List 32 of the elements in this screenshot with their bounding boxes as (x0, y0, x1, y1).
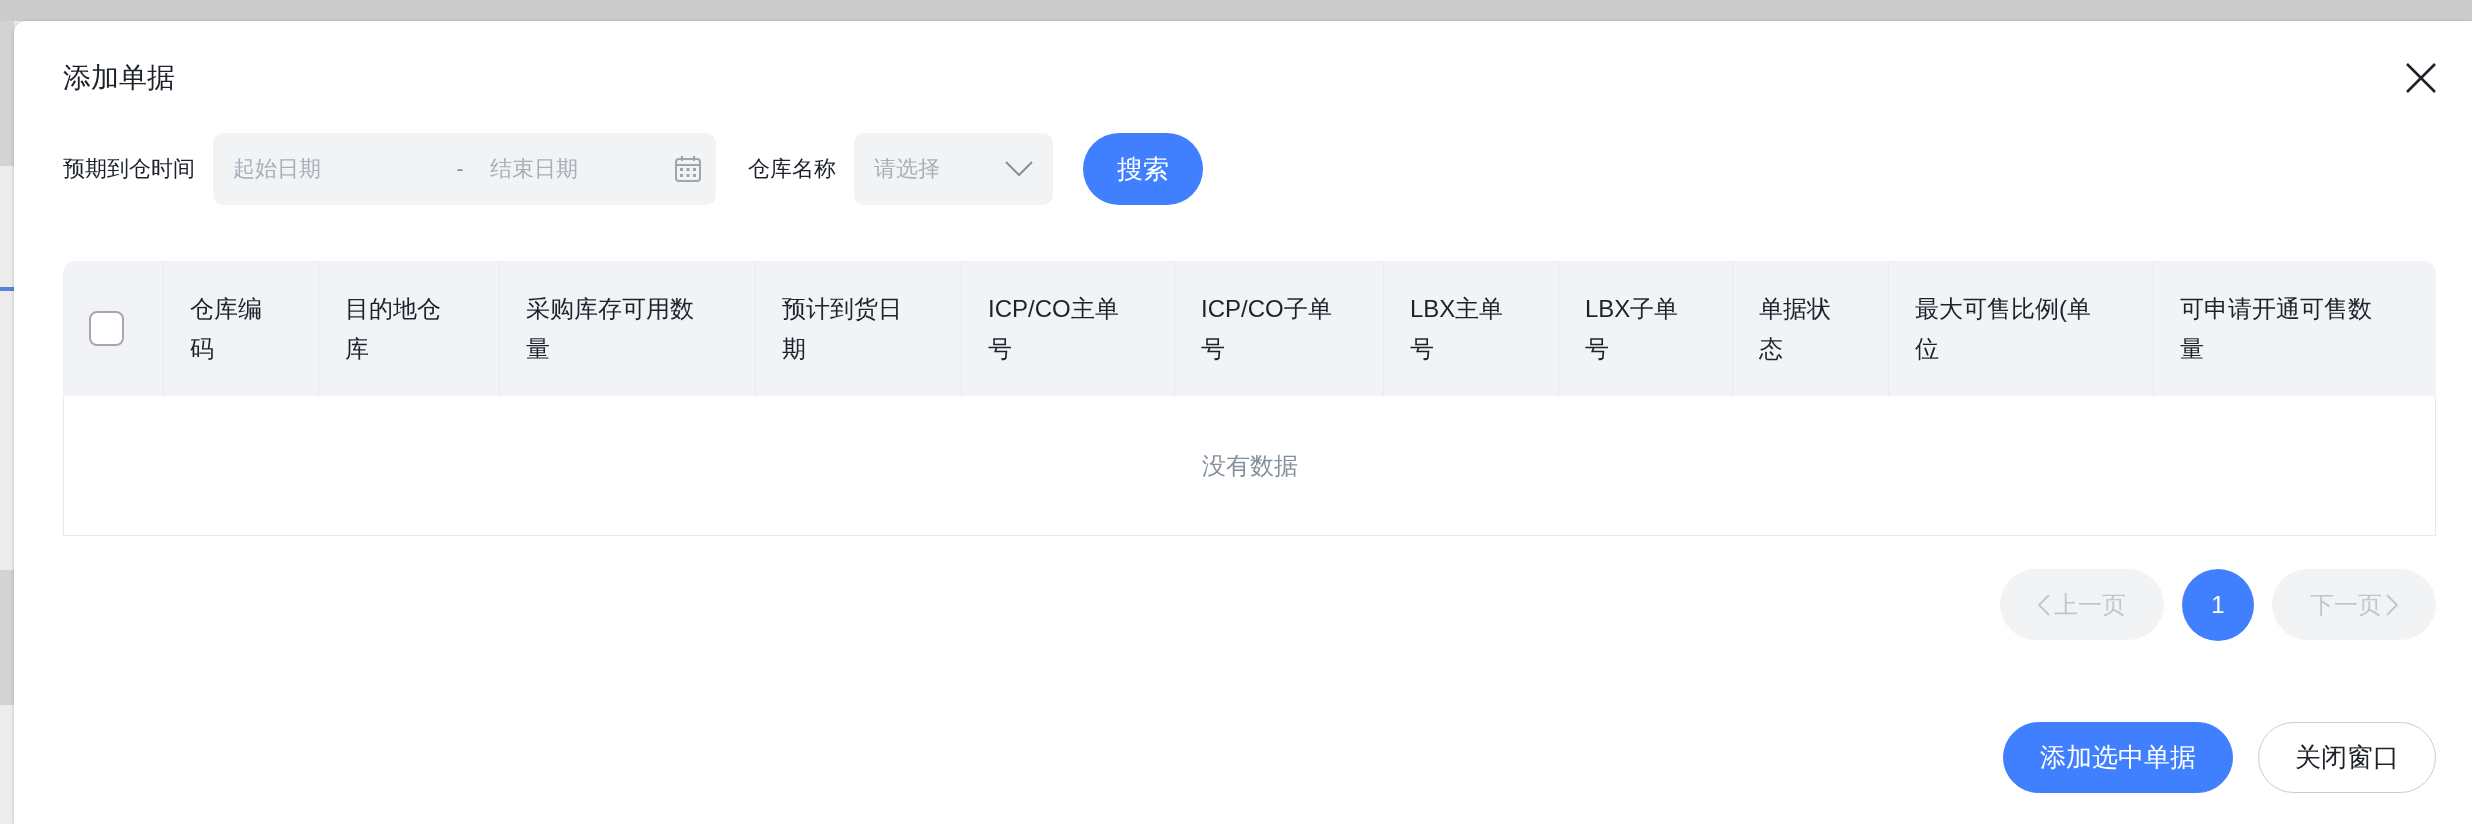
warehouse-select[interactable]: 请选择 (854, 133, 1053, 205)
chevron-left-icon (2038, 593, 2050, 616)
page-number-button[interactable]: 1 (2182, 569, 2254, 641)
column-header: LBX子单号 (1585, 293, 1680, 364)
filter-label: 仓库名称 (748, 155, 836, 183)
column-header: 采购库存可用数量 (526, 293, 695, 364)
filter-label: 预期到仓时间 (63, 155, 195, 183)
column-header: 仓库编码 (190, 293, 263, 364)
column-header: ICP/CO子单号 (1201, 293, 1333, 364)
dialog-title: 添加单据 (63, 61, 175, 95)
column-header: 单据状态 (1759, 293, 1832, 364)
empty-message: 没有数据 (1201, 450, 1298, 481)
column-header: ICP/CO主单号 (988, 293, 1120, 364)
column-header: 预计到货日期 (782, 293, 903, 364)
column-header: 最大可售比例(单位 (1915, 293, 2092, 364)
column-header: LBX主单号 (1410, 293, 1505, 364)
end-date-input[interactable]: 结束日期 (490, 149, 674, 189)
date-range-field[interactable]: 起始日期 - 结束日期 (213, 133, 716, 205)
close-icon (2406, 63, 2436, 93)
chevron-down-icon (1005, 161, 1033, 177)
column-header: 目的地仓库 (345, 293, 442, 364)
chevron-right-icon (2386, 593, 2398, 616)
start-date-input[interactable]: 起始日期 (233, 149, 454, 189)
range-separator: - (455, 156, 465, 182)
search-button[interactable]: 搜索 (1083, 133, 1203, 205)
close-button[interactable] (2406, 63, 2436, 93)
select-all-checkbox[interactable] (89, 311, 124, 346)
tab-underline (0, 287, 14, 291)
add-selected-button[interactable]: 添加选中单据 (2003, 722, 2233, 793)
close-window-button[interactable]: 关闭窗口 (2258, 722, 2436, 793)
column-header: 可申请开通可售数量 (2180, 293, 2373, 364)
calendar-icon (674, 155, 702, 183)
